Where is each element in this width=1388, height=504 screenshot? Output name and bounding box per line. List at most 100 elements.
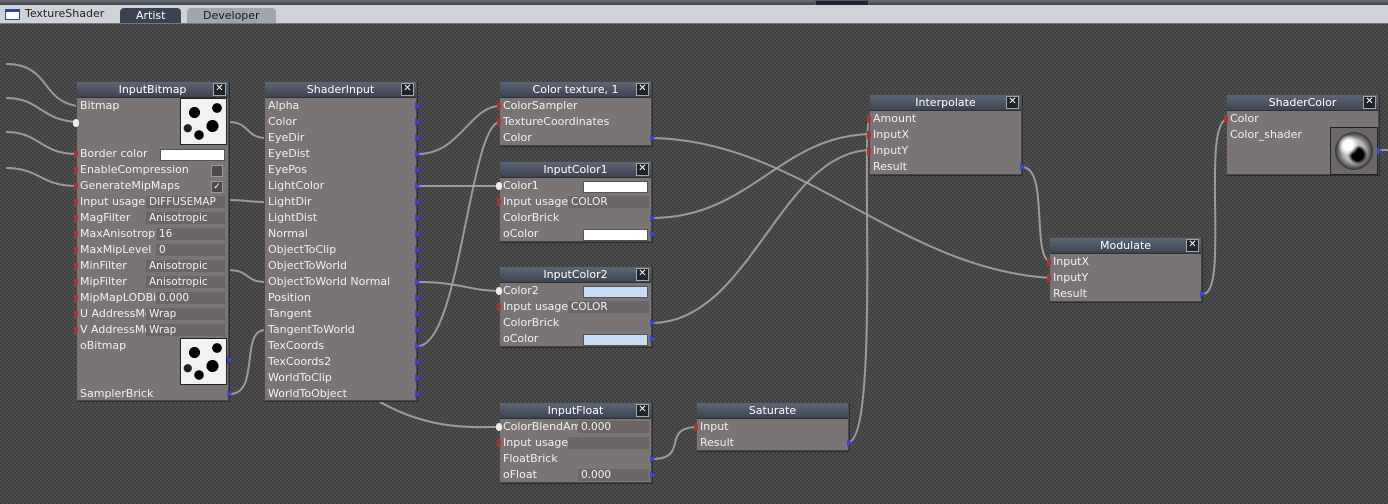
node-title[interactable]: Color texture, 1 ✕ [500, 82, 651, 98]
output-port[interactable] [415, 166, 420, 174]
node-shader-color[interactable]: ShaderColor ✕ Color Color_shader [1224, 94, 1382, 175]
texture-coordinates-row[interactable]: TextureCoordinates [497, 114, 651, 130]
input-port[interactable] [1047, 274, 1051, 282]
v-address-row[interactable]: V AddressMo Wrap [74, 322, 228, 338]
output-port[interactable] [415, 342, 420, 350]
output-port[interactable] [650, 455, 655, 463]
input-port[interactable] [74, 166, 78, 174]
input-y-row[interactable]: InputY [867, 143, 1021, 159]
input-port[interactable] [497, 303, 501, 311]
color-blend-row[interactable]: ColorBlendAmou 0.000 [496, 419, 651, 435]
max-anisotropy-field[interactable]: 16 [156, 228, 225, 240]
input-usage-row[interactable]: Input usage COLOR [497, 194, 651, 210]
node-saturate[interactable]: Saturate Input Result [694, 402, 852, 451]
output-row[interactable]: Normal [265, 226, 420, 242]
output-port[interactable] [227, 356, 232, 364]
output-port[interactable] [415, 262, 420, 270]
color1-swatch[interactable] [583, 181, 648, 193]
close-icon[interactable]: ✕ [636, 163, 649, 176]
input-port[interactable] [74, 262, 78, 270]
output-row[interactable]: WorldToClip [265, 370, 420, 386]
input-port[interactable] [867, 131, 871, 139]
u-address-row[interactable]: U AddressMo Wrap [74, 306, 228, 322]
mag-filter-field[interactable]: Anisotropic [146, 212, 225, 224]
input-row[interactable]: Input [694, 419, 848, 435]
node-title[interactable]: Saturate [697, 403, 848, 419]
output-port[interactable] [415, 182, 420, 190]
input-port[interactable] [74, 310, 78, 318]
output-row[interactable]: Color [265, 114, 420, 130]
output-port[interactable] [415, 230, 420, 238]
output-port[interactable] [415, 294, 420, 302]
sampler-brick-row[interactable]: SamplerBrick [77, 386, 232, 402]
input-port[interactable] [694, 423, 698, 431]
color2-swatch[interactable] [583, 286, 648, 298]
output-row[interactable]: ObjectToWorld [265, 258, 420, 274]
input-usage-field[interactable] [568, 437, 649, 449]
output-port[interactable] [650, 335, 655, 343]
input-port[interactable] [497, 102, 501, 110]
input-usage-field[interactable]: COLOR [568, 301, 649, 313]
amount-row[interactable]: Amount [867, 111, 1021, 127]
output-port[interactable] [415, 214, 420, 222]
output-port[interactable] [415, 134, 420, 142]
node-color-texture[interactable]: Color texture, 1 ✕ ColorSampler TextureC… [497, 81, 655, 146]
output-row[interactable]: LightColor [265, 178, 420, 194]
input-port[interactable] [497, 439, 501, 447]
result-row[interactable]: Result [1050, 286, 1205, 302]
input-usage-field[interactable]: DIFFUSEMAP [146, 196, 225, 208]
input-x-row[interactable]: InputX [867, 127, 1021, 143]
close-icon[interactable]: ✕ [636, 268, 649, 281]
result-row[interactable]: Result [697, 435, 852, 451]
output-port[interactable] [650, 471, 655, 479]
output-port[interactable] [415, 278, 420, 286]
output-row[interactable]: ObjectToWorld Normal [265, 274, 420, 290]
input-port[interactable] [74, 294, 78, 302]
input-port[interactable] [497, 118, 501, 126]
output-row[interactable]: Position [265, 290, 420, 306]
node-interpolate[interactable]: Interpolate ✕ Amount InputX InputY Resul… [867, 94, 1025, 175]
node-title[interactable]: InputFloat ✕ [500, 403, 651, 419]
mip-filter-row[interactable]: MipFilter Anisotropic [74, 274, 228, 290]
border-color-swatch[interactable] [160, 149, 225, 161]
output-port[interactable] [650, 214, 655, 222]
input-usage-row[interactable]: Input usage [497, 435, 651, 451]
input-port[interactable] [1047, 258, 1051, 266]
max-mip-level-row[interactable]: MaxMipLevel 0 [74, 242, 228, 258]
input-port[interactable] [74, 246, 78, 254]
node-input-float[interactable]: InputFloat ✕ ColorBlendAmou 0.000 Input u… [496, 402, 655, 483]
generate-mipmaps-checkbox[interactable]: ✓ [211, 181, 223, 193]
output-port[interactable] [847, 439, 852, 447]
result-row[interactable]: Result [870, 159, 1025, 175]
input-usage-row[interactable]: Input usage DIFFUSEMAP [74, 194, 228, 210]
output-port[interactable] [415, 390, 420, 398]
output-port[interactable] [415, 310, 420, 318]
mip-filter-field[interactable]: Anisotropic [146, 276, 225, 288]
shader-preview-sphere-icon[interactable] [1330, 127, 1378, 175]
node-title[interactable]: InputColor2 ✕ [500, 267, 651, 283]
color1-row[interactable]: Color1 [496, 178, 651, 194]
output-port[interactable] [415, 150, 420, 158]
color-brick-row[interactable]: ColorBrick [500, 315, 655, 331]
input-port[interactable] [1224, 115, 1228, 123]
input-port[interactable] [867, 115, 871, 123]
input-port[interactable] [74, 182, 78, 190]
close-icon[interactable]: ✕ [401, 83, 414, 96]
output-row[interactable]: TangentToWorld [265, 322, 420, 338]
input-port[interactable] [74, 198, 78, 206]
node-modulate[interactable]: Modulate ✕ InputX InputY Result [1047, 237, 1205, 302]
output-port[interactable] [415, 246, 420, 254]
input-usage-field[interactable]: COLOR [568, 196, 649, 208]
input-port[interactable] [496, 182, 502, 190]
float-brick-row[interactable]: FloatBrick [500, 451, 655, 467]
output-row[interactable]: LightDir [265, 194, 420, 210]
input-port[interactable] [74, 278, 78, 286]
node-title[interactable]: InputColor1 ✕ [500, 162, 651, 178]
output-row[interactable]: EyeDist [265, 146, 420, 162]
node-title[interactable]: ShaderColor ✕ [1227, 95, 1378, 111]
u-address-field[interactable]: Wrap [146, 308, 225, 320]
mag-filter-row[interactable]: MagFilter Anisotropic [74, 210, 228, 226]
output-port[interactable] [415, 374, 420, 382]
output-port[interactable] [650, 230, 655, 238]
ocolor-row[interactable]: oColor [500, 226, 655, 242]
